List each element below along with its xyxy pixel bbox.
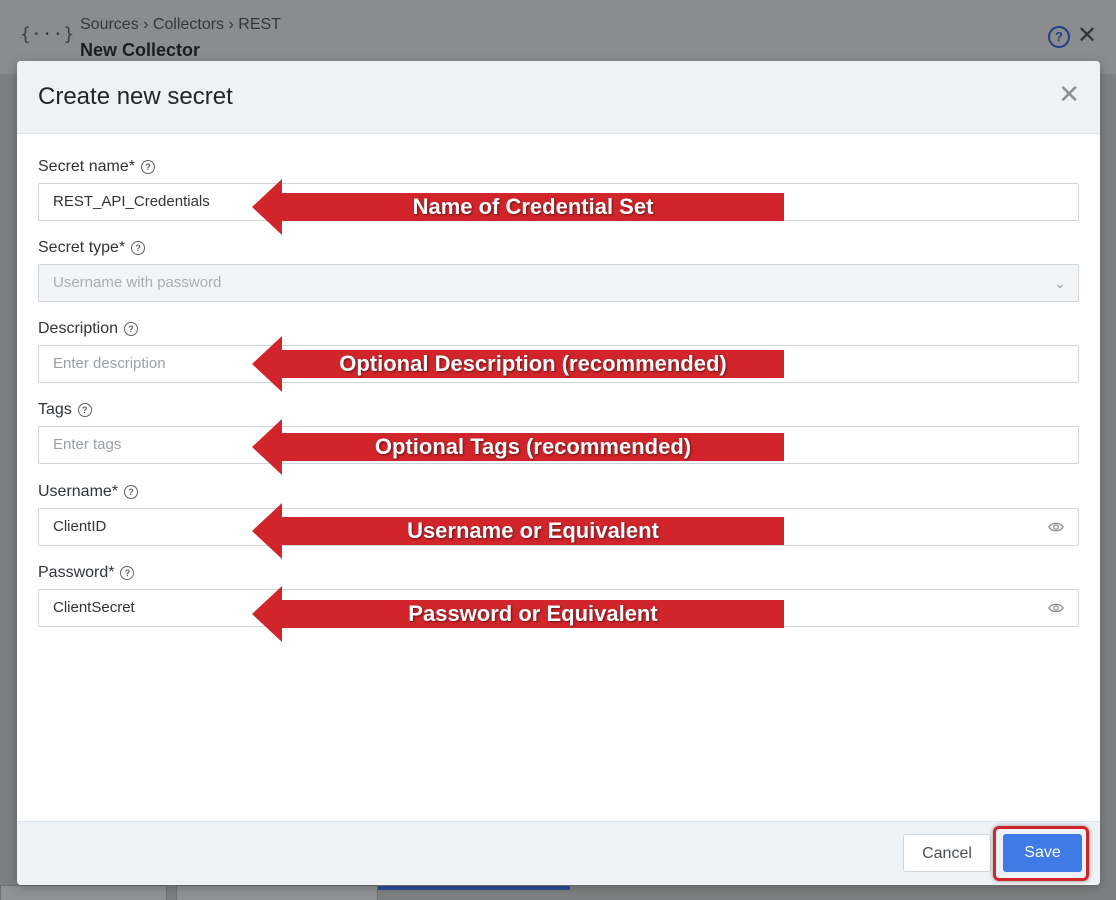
modal-close-icon[interactable]: ✕ — [1058, 81, 1080, 107]
modal-footer: Cancel Save — [17, 821, 1100, 885]
modal-header: Create new secret ✕ — [17, 61, 1100, 134]
background-footer-fragment — [0, 885, 167, 900]
help-circle-icon[interactable]: ? — [124, 322, 139, 336]
eye-icon[interactable] — [1048, 602, 1064, 614]
help-circle-icon[interactable]: ? — [140, 160, 155, 174]
breadcrumb: Sources › Collectors › REST — [80, 16, 281, 33]
annotation-label: Name of Credential Set — [412, 194, 654, 219]
description-label: Description? — [38, 320, 139, 338]
page-close-icon[interactable]: ✕ — [1077, 21, 1097, 50]
secret-type-label: Secret type*? — [38, 239, 146, 257]
tags-label: Tags? — [38, 401, 92, 419]
password-label: Password*? — [38, 564, 135, 582]
help-circle-icon[interactable]: ? — [77, 403, 92, 417]
username-label: Username*? — [38, 483, 139, 501]
collector-logo-icon: {···} — [20, 24, 75, 45]
annotation-arrow: Password or Equivalent — [252, 586, 784, 642]
modal-title: Create new secret — [38, 83, 233, 110]
page-title: New Collector — [80, 40, 201, 60]
help-icon[interactable]: ? — [1048, 26, 1070, 48]
annotation-arrow: Optional Tags (recommended) — [252, 419, 784, 475]
help-circle-icon[interactable]: ? — [120, 566, 135, 580]
annotation-label: Optional Tags (recommended) — [374, 434, 692, 459]
background-footer-bar — [378, 886, 570, 890]
eye-icon[interactable] — [1048, 521, 1064, 533]
annotation-label: Password or Equivalent — [408, 601, 658, 626]
annotation-label: Username or Equivalent — [407, 518, 659, 543]
annotation-label: Optional Description (recommended) — [339, 351, 727, 376]
save-highlight-box — [993, 826, 1089, 881]
help-circle-icon[interactable]: ? — [131, 241, 146, 255]
annotation-arrow: Name of Credential Set — [252, 179, 784, 235]
help-circle-icon[interactable]: ? — [124, 485, 139, 499]
secret-name-label: Secret name*? — [38, 158, 155, 176]
annotation-arrow: Optional Description (recommended) — [252, 336, 784, 392]
chevron-down-icon: ⌄ — [1054, 275, 1066, 291]
annotation-arrow: Username or Equivalent — [252, 503, 784, 559]
secret-type-select[interactable]: Username with password ⌄ — [38, 264, 1079, 302]
background-footer-fragment — [176, 885, 378, 900]
cancel-button[interactable]: Cancel — [903, 834, 991, 872]
